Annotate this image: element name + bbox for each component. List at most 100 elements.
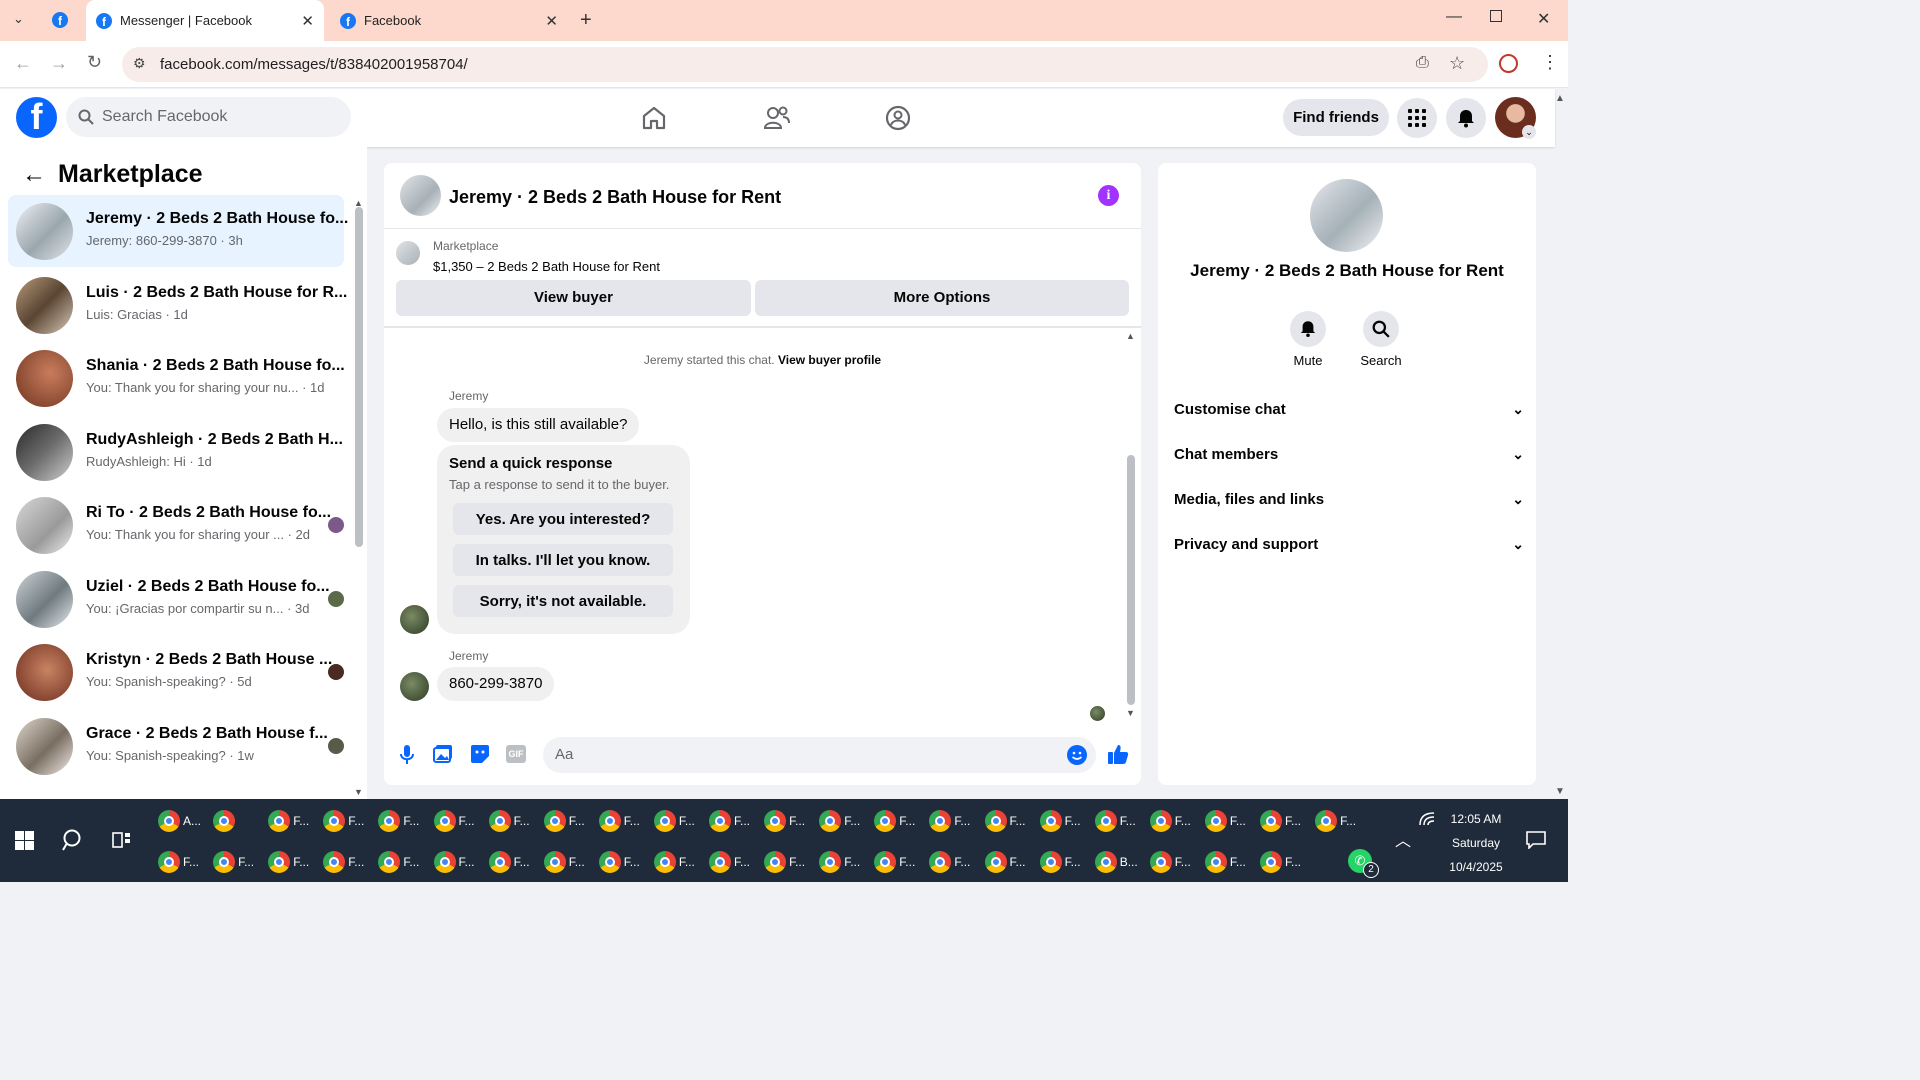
taskbar-chrome-window[interactable]: F... [709,804,750,838]
page-scroll-up-icon[interactable]: ▲ [1555,93,1565,104]
taskbar-chrome-window[interactable]: F... [543,804,585,838]
home-icon[interactable] [641,105,667,131]
conversation-item[interactable]: Uziel · 2 Beds 2 Bath House fo... You: ¡G… [8,563,344,635]
accordion-customise-chat[interactable]: Customise chat ⌄ [1174,389,1524,429]
microphone-icon[interactable] [400,745,414,765]
taskbar-chrome-window[interactable]: F... [268,845,309,879]
taskbar-chrome-window[interactable]: B... [1094,845,1138,879]
friends-icon[interactable] [763,105,791,131]
forward-icon[interactable]: → [50,53,68,74]
search-in-chat-button[interactable] [1363,311,1399,347]
address-bar[interactable]: ⚙ facebook.com/messages/t/83840200195870… [122,47,1488,82]
accordion-chat-members[interactable]: Chat members ⌄ [1174,434,1524,474]
bookmark-star-icon[interactable]: ☆ [1449,53,1465,74]
taskbar-chrome-window[interactable]: F... [1315,804,1356,838]
browser-menu-icon[interactable]: ⋮ [1541,52,1559,73]
taskbar-chrome-window[interactable]: F... [378,845,419,879]
windows-start-icon[interactable] [15,831,34,850]
conversation-item[interactable]: Grace · 2 Beds 2 Bath House f... You: Spa… [8,710,344,782]
taskbar-chrome-window[interactable]: F... [1039,845,1081,879]
close-tab-icon[interactable]: ✕ [545,12,558,30]
account-chevron-icon[interactable]: ⌄ [1522,125,1536,139]
chat-scroll-down-icon[interactable]: ▼ [1126,708,1135,718]
sender-avatar[interactable] [400,605,429,634]
find-friends-button[interactable]: Find friends [1283,99,1389,136]
taskbar-chrome-window[interactable]: F... [543,845,585,879]
view-buyer-button[interactable]: View buyer [396,280,751,316]
tab-facebook[interactable]: f Facebook ✕ [330,0,568,41]
taskbar-chrome-window[interactable]: F... [819,804,860,838]
pinned-facebook-tab[interactable]: f [52,12,76,28]
taskbar-chrome-window[interactable]: F... [1204,804,1246,838]
tab-messenger[interactable]: f Messenger | Facebook ✕ [86,0,324,41]
taskbar-chrome-window[interactable]: F... [323,845,364,879]
quick-reply-not-available-button[interactable]: Sorry, it's not available. [453,585,673,617]
taskbar-chrome-window[interactable]: F... [323,804,364,838]
sender-avatar[interactable] [400,672,429,701]
conversation-item[interactable]: Jeremy · 2 Beds 2 Bath House fo... Jeremy… [8,195,348,267]
photo-icon[interactable] [433,744,453,764]
list-scroll-down-icon[interactable]: ▼ [354,787,363,797]
conversation-item[interactable]: Shania · 2 Beds 2 Bath House fo... You: T… [8,342,345,414]
taskbar-search-icon[interactable] [62,828,86,852]
taskbar-chrome-window[interactable]: F... [378,804,419,838]
chat-title[interactable]: Jeremy · 2 Beds 2 Bath House for Rent [449,187,781,208]
chat-scroll-up-icon[interactable]: ▲ [1126,331,1135,341]
clock[interactable]: 12:05 AM Saturday 10/4/2025 [1440,807,1512,879]
taskbar-chrome-window[interactable]: F... [1149,845,1191,879]
back-arrow-icon[interactable]: ← [22,161,46,189]
taskbar-chrome-window[interactable]: F... [984,845,1026,879]
gif-icon[interactable]: GIF [506,745,526,763]
chat-avatar[interactable] [400,175,441,216]
taskbar-chrome-window[interactable]: F... [653,804,695,838]
notification-center-icon[interactable] [1526,831,1546,849]
menu-grid-button[interactable] [1397,98,1437,138]
minimize-icon[interactable]: — [1446,8,1462,26]
message-bubble[interactable]: Hello, is this still available? [437,408,640,442]
page-scroll-down-icon[interactable]: ▼ [1555,786,1565,797]
mute-button[interactable] [1290,311,1326,347]
like-thumbs-up-icon[interactable] [1107,743,1129,765]
taskbar-chrome-window[interactable]: F... [1204,845,1246,879]
search-input[interactable]: Search Facebook [66,97,351,137]
site-info-icon[interactable]: ⚙ [133,55,146,72]
chat-scrollbar[interactable] [1127,455,1135,705]
taskbar-chrome-window[interactable]: F... [433,804,475,838]
taskbar-chrome-window[interactable]: F... [433,845,475,879]
taskbar-chrome-window[interactable]: F... [874,845,915,879]
close-window-icon[interactable]: ✕ [1537,9,1550,29]
message-bubble[interactable]: 860-299-3870 [437,667,555,701]
taskbar-chrome-window[interactable]: F... [929,804,970,838]
view-buyer-profile-link[interactable]: View buyer profile [778,353,881,367]
conversation-item[interactable]: Kristyn · 2 Beds 2 Bath House ... You: Sp… [8,636,344,708]
taskbar-chrome-window[interactable]: F... [488,845,530,879]
task-view-icon[interactable] [112,831,132,849]
show-hidden-icons-icon[interactable]: ︿ [1395,827,1411,851]
taskbar-chrome-window[interactable] [213,804,238,838]
taskbar-chrome-window[interactable]: F... [764,845,805,879]
taskbar-chrome-window[interactable]: F... [268,804,309,838]
list-scrollbar[interactable] [355,207,363,547]
accordion-privacy-support[interactable]: Privacy and support ⌄ [1174,524,1524,564]
close-tab-icon[interactable]: ✕ [301,12,314,30]
conversation-item[interactable]: Luis · 2 Beds 2 Bath House for R... Luis:… [8,269,347,341]
conversation-item[interactable]: RudyAshleigh · 2 Beds 2 Bath H... RudyAsh… [8,416,344,488]
list-scroll-up-icon[interactable]: ▲ [354,198,363,208]
taskbar-chrome-window[interactable]: F... [213,845,254,879]
back-icon[interactable]: ← [14,53,32,74]
sticker-icon[interactable] [470,744,490,764]
taskbar-chrome-window[interactable]: F... [598,845,640,879]
listing-title[interactable]: $1,350 – 2 Beds 2 Bath House for Rent [433,259,660,274]
accordion-media-files-links[interactable]: Media, files and links ⌄ [1174,479,1524,519]
taskbar-chrome-window[interactable]: F... [1260,845,1301,879]
notifications-button[interactable] [1446,98,1486,138]
taskbar-chrome-window[interactable]: F... [819,845,860,879]
more-options-button[interactable]: More Options [755,280,1129,316]
info-avatar[interactable] [1310,179,1383,252]
message-composer[interactable]: Aa [543,737,1096,773]
taskbar-chrome-window[interactable]: F... [874,804,915,838]
quick-reply-in-talks-button[interactable]: In talks. I'll let you know. [453,544,673,576]
profile-icon[interactable] [1499,54,1518,73]
taskbar-chrome-window[interactable]: F... [984,804,1026,838]
conversation-item[interactable]: Ri To · 2 Beds 2 Bath House fo... You: Th… [8,489,344,561]
